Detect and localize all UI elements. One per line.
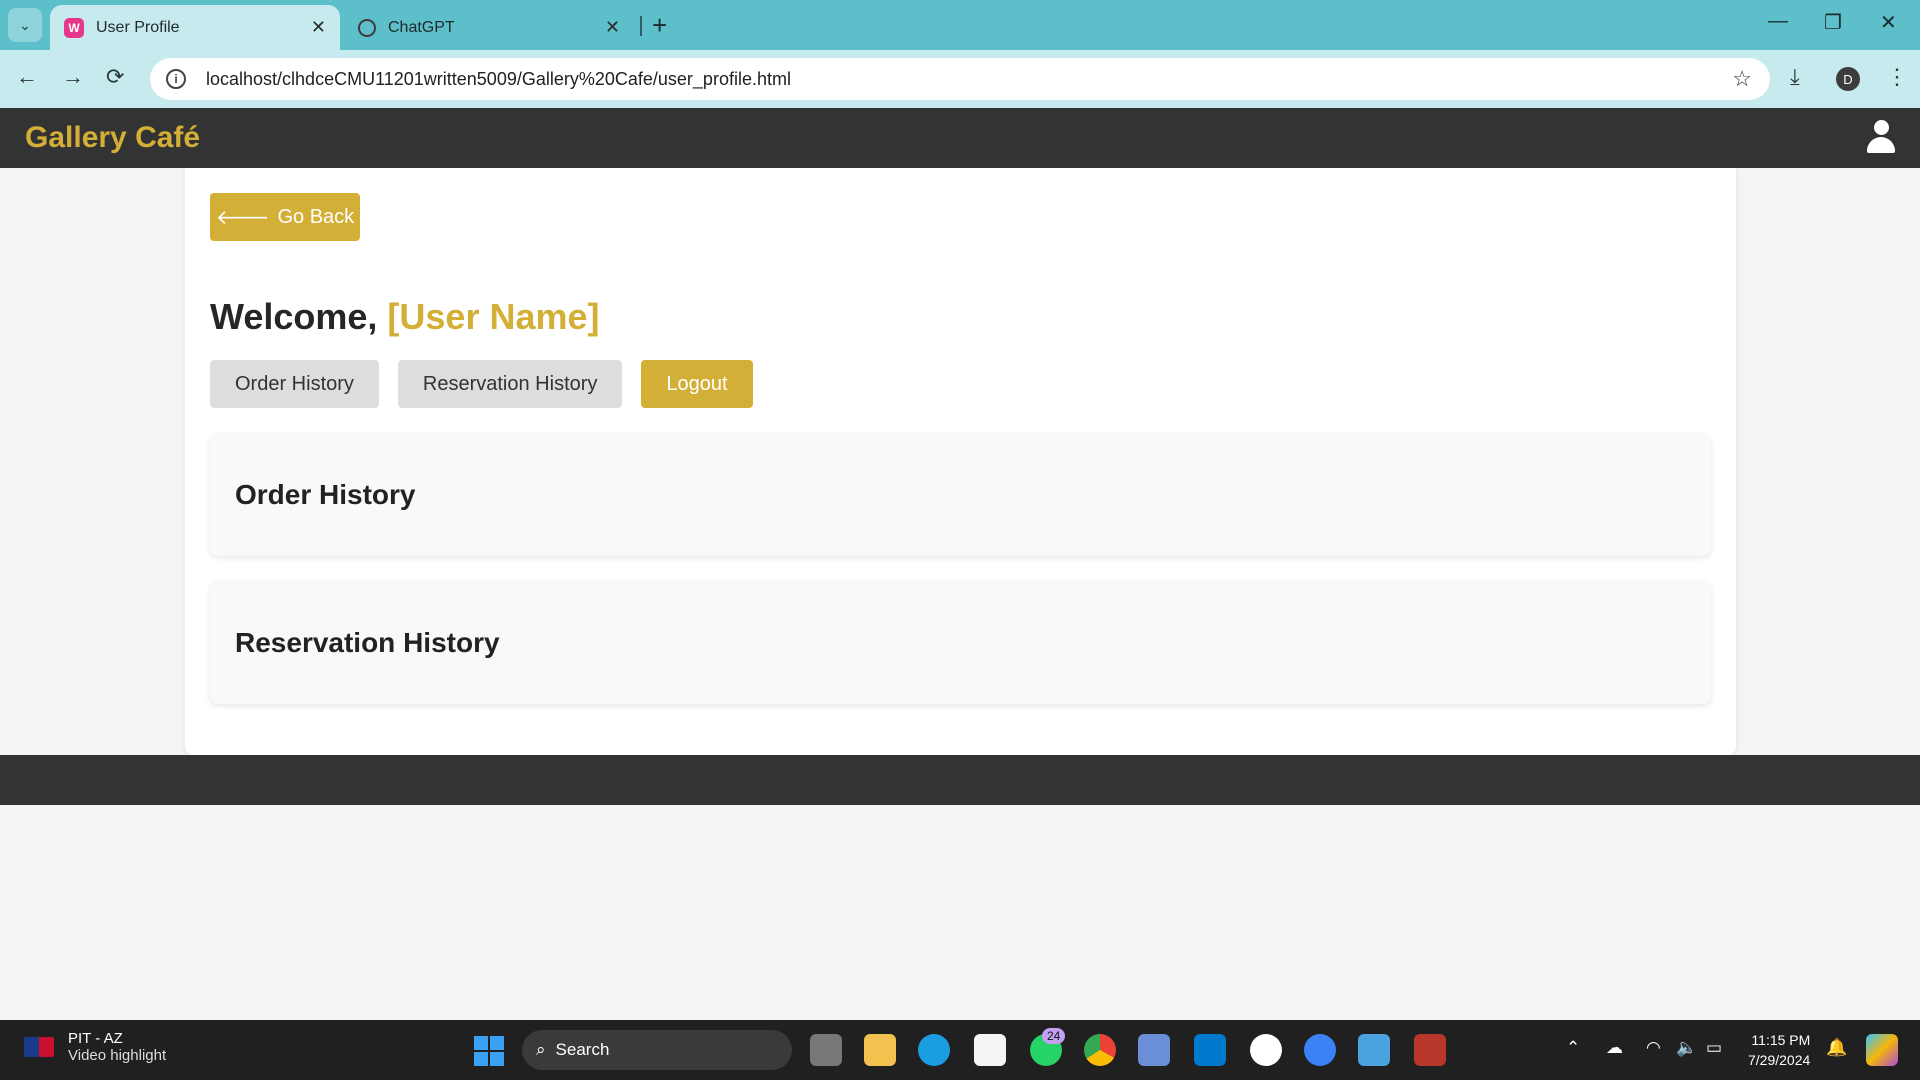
copilot-icon[interactable] (1866, 1034, 1898, 1066)
menu-kebab-icon[interactable]: ⋮ (1886, 64, 1908, 90)
profile-container: 🡐 Go Back Welcome, [User Name] Order His… (185, 168, 1736, 755)
reload-icon[interactable]: ⟳ (106, 64, 124, 90)
browser-toolbar: ← → ⟳ i localhost/clhdceCMU11201written5… (0, 50, 1920, 108)
app-launcher-icon[interactable] (1304, 1034, 1336, 1066)
tab-search-icon[interactable]: ⌄ (8, 8, 42, 42)
tab-title: User Profile (96, 18, 180, 36)
order-history-section: Order History (210, 433, 1711, 556)
close-window-icon[interactable]: ✕ (1880, 10, 1897, 35)
go-back-label: Go Back (277, 205, 355, 228)
site-info-icon[interactable]: i (166, 69, 186, 89)
site-favicon-icon: W (64, 17, 84, 38)
vscode-icon[interactable] (1194, 1034, 1226, 1066)
whatsapp-web-icon[interactable] (1250, 1034, 1282, 1066)
notification-badge: 24 (1042, 1028, 1066, 1044)
notification-bell-icon[interactable]: 🔔 (1826, 1038, 1847, 1058)
battery-icon[interactable]: ▭ (1706, 1038, 1722, 1058)
close-tab-icon[interactable]: ✕ (311, 17, 326, 38)
clock-date: 7/29/2024 (1748, 1052, 1811, 1068)
site-footer (0, 755, 1920, 805)
notepad-icon[interactable] (1358, 1034, 1390, 1066)
reservation-history-title: Reservation History (235, 627, 500, 658)
reservation-history-section: Reservation History (210, 581, 1711, 704)
search-label: Search (555, 1040, 610, 1059)
task-view-icon[interactable] (810, 1034, 842, 1066)
go-back-button[interactable]: 🡐 Go Back (210, 193, 360, 241)
news-subtitle: Video highlight (68, 1047, 167, 1064)
browser-tab-bar: ⌄ W User Profile ✕ ChatGPT ✕ + — ❐ ✕ (0, 0, 1920, 50)
user-name: [User Name] (387, 296, 600, 337)
edge-icon[interactable] (918, 1034, 950, 1066)
address-bar[interactable]: i localhost/clhdceCMU11201written5009/Ga… (150, 58, 1770, 100)
close-tab-icon[interactable]: ✕ (605, 17, 620, 38)
back-arrow-icon[interactable]: ← (16, 64, 38, 90)
restore-icon[interactable]: ❐ (1824, 10, 1842, 35)
mlb-logo-icon (24, 1037, 54, 1057)
tab-title: ChatGPT (388, 18, 455, 36)
download-icon[interactable]: ⤓ (1790, 64, 1800, 90)
tab-separator (640, 16, 642, 36)
profile-actions: Order History Reservation History Logout (210, 360, 753, 408)
minimize-icon[interactable]: — (1768, 10, 1788, 33)
winrar-icon[interactable] (1414, 1034, 1446, 1066)
user-icon[interactable] (1864, 120, 1898, 154)
clock[interactable]: 11:15 PM 7/29/2024 (1748, 1030, 1810, 1070)
windows-taskbar: PIT - AZ Video highlight ⌕ Search 24 ⌃ ☁… (0, 1020, 1920, 1080)
welcome-prefix: Welcome, (210, 296, 378, 337)
news-widget[interactable]: PIT - AZ Video highlight (24, 1030, 166, 1064)
forward-arrow-icon[interactable]: → (62, 64, 84, 90)
wifi-icon[interactable]: ◠ (1646, 1038, 1661, 1058)
tray-chevron-icon[interactable]: ⌃ (1566, 1038, 1580, 1058)
clock-time: 11:15 PM (1751, 1032, 1811, 1048)
windows-start-icon[interactable] (474, 1036, 504, 1066)
brand-logo[interactable]: Gallery Café (25, 121, 200, 155)
profile-avatar-icon[interactable]: D (1836, 67, 1860, 91)
new-tab-icon[interactable]: + (652, 10, 667, 41)
file-explorer-icon[interactable] (864, 1034, 896, 1066)
chrome-icon[interactable] (1084, 1034, 1116, 1066)
order-history-button[interactable]: Order History (210, 360, 379, 408)
tab-chatgpt[interactable]: ChatGPT ✕ (344, 5, 634, 50)
taskbar-search[interactable]: ⌕ Search (522, 1030, 792, 1070)
order-history-title: Order History (235, 479, 416, 510)
bookmark-star-icon[interactable]: ☆ (1732, 66, 1752, 92)
url-text[interactable]: localhost/clhdceCMU11201written5009/Gall… (206, 69, 791, 90)
logout-button[interactable]: Logout (641, 360, 753, 408)
volume-icon[interactable]: 🔈 (1676, 1038, 1697, 1058)
tab-user-profile[interactable]: W User Profile ✕ (50, 5, 340, 50)
store-icon[interactable] (974, 1034, 1006, 1066)
onedrive-icon[interactable]: ☁ (1606, 1038, 1623, 1058)
reservation-history-button[interactable]: Reservation History (397, 360, 623, 408)
arrow-left-icon: 🡐 (215, 206, 270, 229)
app-cube-icon[interactable] (1138, 1034, 1170, 1066)
news-title: PIT - AZ (68, 1030, 123, 1047)
search-icon: ⌕ (536, 1040, 546, 1059)
site-header: Gallery Café (0, 108, 1920, 168)
welcome-heading: Welcome, [User Name] (210, 296, 600, 338)
chatgpt-favicon-icon (358, 18, 376, 37)
